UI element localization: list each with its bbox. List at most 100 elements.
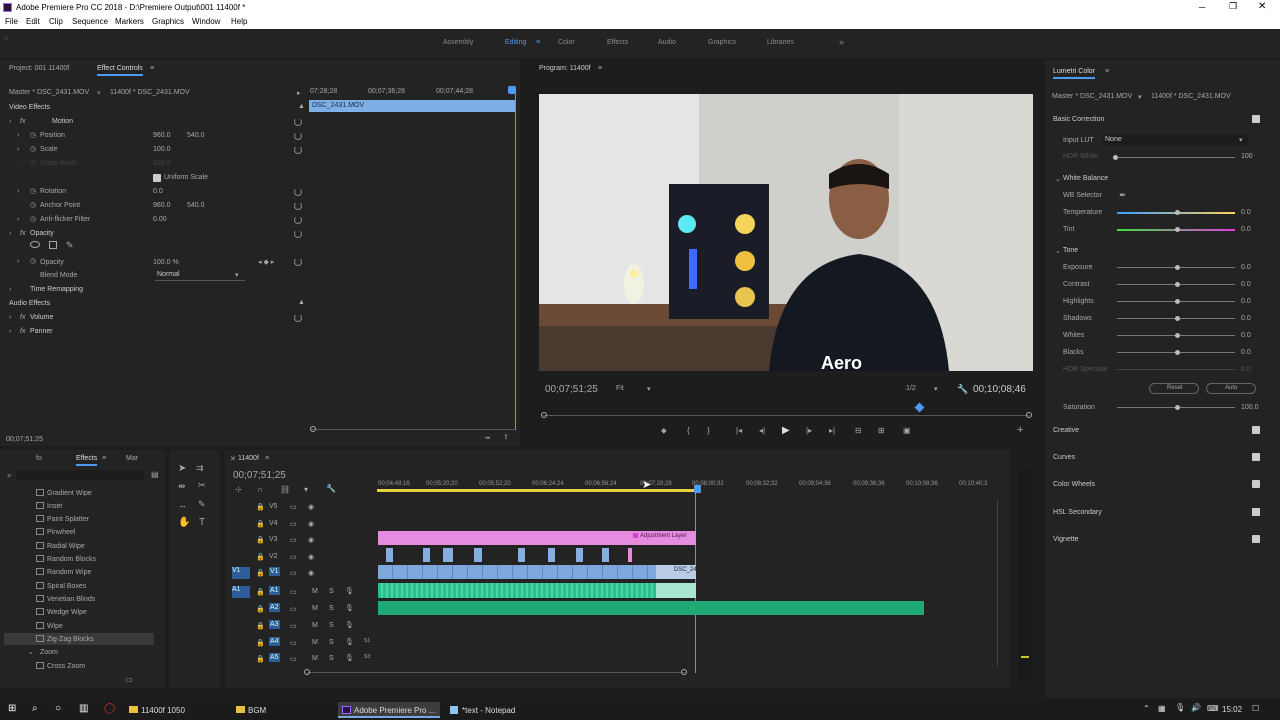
workspace-editing[interactable]: Editing (505, 39, 526, 46)
menu-clip[interactable]: Clip (49, 17, 63, 26)
timeline-zoom-bar[interactable] (307, 672, 685, 673)
export-frame-icon[interactable]: ▣ (903, 426, 911, 435)
blacks-value[interactable]: 0.0 (1241, 349, 1251, 356)
v2-clip[interactable] (386, 548, 393, 562)
play-icon[interactable]: ▶ (782, 425, 790, 436)
program-playhead[interactable] (914, 402, 925, 413)
lock-icon[interactable]: 🔒 (256, 536, 265, 544)
effect-item[interactable]: Inset (36, 502, 62, 510)
stopwatch-icon[interactable]: ◷ (30, 187, 36, 195)
lift-icon[interactable]: ⊟ (855, 426, 862, 435)
selection-tool-icon[interactable]: ➤ (178, 463, 186, 474)
effects-search-input[interactable] (16, 470, 144, 480)
v2-clip[interactable] (518, 548, 525, 562)
workspace-color[interactable]: Color (558, 39, 575, 46)
basic-correction-header[interactable]: Basic Correction (1053, 116, 1104, 123)
blacks-knob[interactable] (1175, 350, 1180, 355)
ripple-edit-tool-icon[interactable]: ⇹ (178, 481, 186, 492)
solo-icon[interactable]: S (329, 605, 334, 612)
eyedropper-icon[interactable]: ✒ (1119, 190, 1127, 201)
stopwatch-icon[interactable]: ◷ (30, 215, 36, 223)
timeline-timecode[interactable]: 00;07;51;25 (233, 470, 286, 481)
contrast-value[interactable]: 0.0 (1241, 281, 1251, 288)
v1-video-clips[interactable]: DSC_24 (378, 565, 697, 579)
sync-lock-icon[interactable]: ▭ (290, 639, 297, 647)
reset-icon[interactable] (294, 230, 302, 238)
a2-music-clip[interactable] (378, 601, 924, 615)
type-tool-icon[interactable]: T (199, 517, 205, 528)
mark-in-icon[interactable]: { (687, 426, 690, 435)
workspace-audio[interactable]: Audio (658, 39, 676, 46)
reset-button[interactable]: Reset (1149, 383, 1199, 394)
mic-icon[interactable]: 🎙 (345, 654, 354, 662)
panel-menu-icon[interactable]: ≡ (265, 455, 269, 462)
close-tab-icon[interactable]: ✕ (230, 455, 236, 463)
network-icon[interactable]: ▦ (1158, 704, 1166, 713)
creative-section[interactable]: Creative (1053, 427, 1079, 434)
basic-correction-checkbox[interactable] (1252, 115, 1260, 123)
position-x-value[interactable]: 960.0 (153, 132, 171, 139)
menu-markers[interactable]: Markers (115, 17, 144, 26)
menu-window[interactable]: Window (192, 17, 220, 26)
pen-tool-icon[interactable]: ✎ (198, 499, 206, 510)
mute-icon[interactable]: M (312, 605, 318, 612)
play-only-icon[interactable]: ▸ (297, 89, 301, 97)
taskbar-app-premiere[interactable]: Adobe Premiere Pro ... (338, 702, 440, 718)
razor-tool-icon[interactable]: ✂ (198, 480, 206, 491)
fx-icon[interactable]: fx (20, 314, 25, 321)
hand-tool-icon[interactable]: ✋ (178, 517, 190, 528)
search-icon[interactable]: ⌕ (7, 471, 11, 481)
mute-icon[interactable]: M (312, 588, 318, 595)
mic-icon[interactable]: 🎙 (345, 587, 354, 595)
reset-icon[interactable] (294, 258, 302, 266)
dropdown-icon[interactable]: ▾ (1138, 93, 1142, 101)
highlights-value[interactable]: 0.0 (1241, 298, 1251, 305)
sync-lock-icon[interactable]: ▭ (290, 588, 297, 596)
collapse-icon[interactable]: ▲ (298, 103, 305, 110)
nest-icon[interactable]: ⊹ (235, 485, 242, 494)
lumetri-sequence-clip[interactable]: 11400f * DSC_2431.MOV (1151, 93, 1231, 100)
lock-icon[interactable]: 🔒 (256, 553, 265, 561)
eye-icon[interactable]: ◉ (308, 536, 314, 544)
ec-zoom-handle[interactable] (310, 426, 316, 432)
panel-menu-icon[interactable]: ≡ (598, 65, 602, 72)
position-y-value[interactable]: 540.0 (187, 132, 205, 139)
track-header-a1[interactable]: A1 🔒 A1 ▭ M S 🎙 (230, 585, 375, 601)
ec-playhead-handle[interactable] (508, 86, 516, 94)
chevron-down-icon[interactable]: ▾ (647, 385, 651, 393)
anchor-x-value[interactable]: 960.0 (153, 202, 171, 209)
highlights-knob[interactable] (1175, 299, 1180, 304)
effect-item[interactable]: Venetian Blinds (36, 595, 95, 603)
reset-icon[interactable] (294, 314, 302, 322)
effect-item[interactable]: Wipe (36, 622, 63, 630)
expand-icon[interactable]: ⌄ (28, 648, 34, 656)
contrast-knob[interactable] (1175, 282, 1180, 287)
eye-icon[interactable]: ◉ (308, 503, 314, 511)
button-editor-icon[interactable]: + (1017, 424, 1023, 436)
wrench-icon[interactable]: 🔧 (957, 384, 968, 395)
track-header-v2[interactable]: 🔒 V2 ▭ ◉ (230, 550, 375, 566)
taskbar-app-folder[interactable]: 11400f 1050 (125, 702, 225, 718)
scale-value[interactable]: 100.0 (153, 146, 171, 153)
expand-icon[interactable]: › (17, 258, 19, 265)
notification-icon[interactable]: ☐ (1252, 704, 1259, 713)
v1-selected-clip[interactable]: DSC_24 (656, 565, 697, 579)
track-header-v1[interactable]: V1 🔒 V1 ▭ ◉ (230, 566, 375, 582)
slip-tool-icon[interactable]: ↔ (178, 500, 187, 510)
source-patch-a1[interactable]: A1 (232, 586, 250, 598)
stopwatch-icon[interactable]: ◷ (30, 131, 36, 139)
lumetri-tab[interactable]: Lumetri Color (1053, 68, 1096, 79)
shadows-knob[interactable] (1175, 316, 1180, 321)
mic-icon[interactable]: 🎙 (1175, 703, 1185, 712)
zoom-handle[interactable] (304, 669, 310, 675)
extract-icon[interactable]: ⊞ (878, 426, 885, 435)
lock-icon[interactable]: 🔒 (256, 520, 265, 528)
exposure-value[interactable]: 0.0 (1241, 264, 1251, 271)
project-tab[interactable]: Project: 001 11400f (9, 65, 69, 72)
add-marker-icon[interactable]: ▾ (304, 485, 308, 494)
menu-help[interactable]: Help (231, 17, 247, 26)
filter-icon[interactable]: ⇥ (484, 434, 490, 442)
hsl-secondary-checkbox[interactable] (1252, 508, 1260, 516)
input-lut-select[interactable]: None ▾ (1103, 135, 1248, 145)
add-marker-icon[interactable]: ⬥ (661, 426, 667, 436)
